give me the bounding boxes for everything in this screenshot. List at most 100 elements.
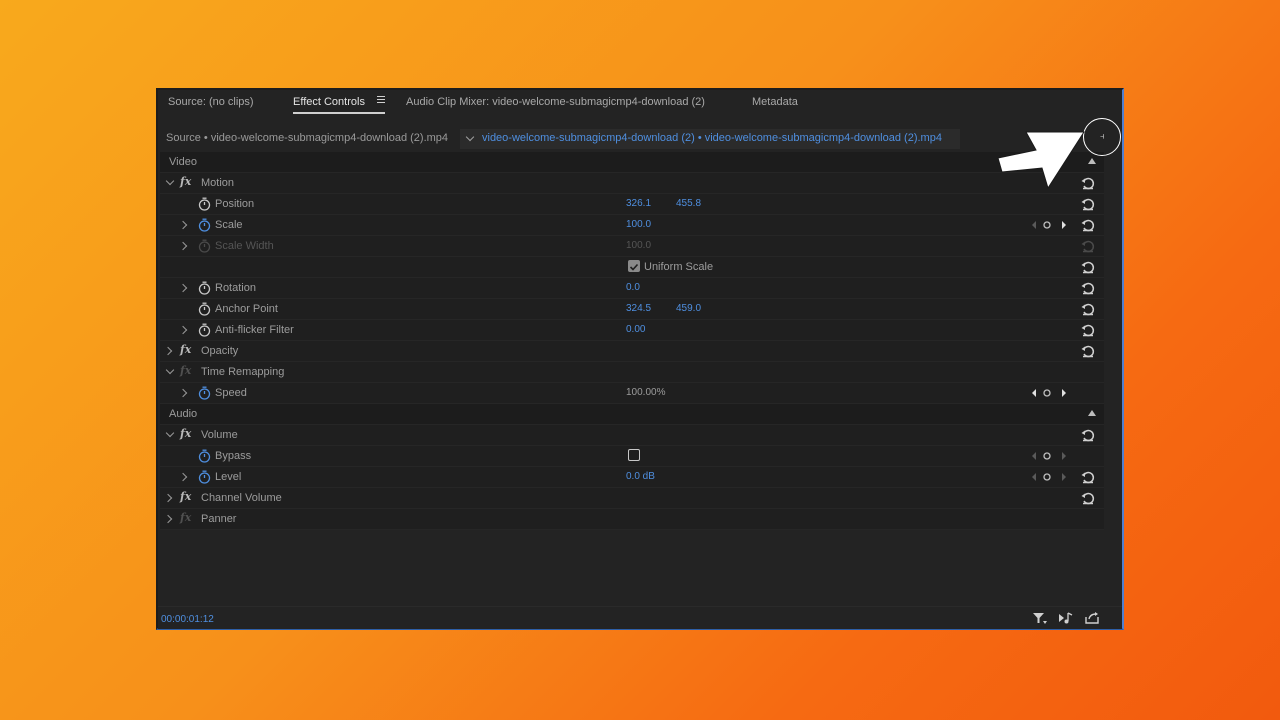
chevron-down-icon[interactable]: [165, 428, 175, 438]
reset-icon[interactable]: [1080, 343, 1096, 359]
audio-section-header: Audio: [160, 404, 1104, 425]
property-label-position: Position: [215, 198, 255, 210]
clip-selector-bar: Source • video-welcome-submagicmp4-downl…: [158, 128, 1122, 150]
chevron-right-icon[interactable]: [163, 493, 173, 503]
level-value[interactable]: 0.0 dB: [626, 471, 655, 482]
fx-icon[interactable]: fx: [180, 427, 191, 440]
section-label-video: Video: [169, 156, 197, 168]
property-row-bypass: Bypass: [160, 446, 1104, 467]
collapse-up-icon[interactable]: [1088, 410, 1096, 416]
reset-icon[interactable]: [1080, 259, 1096, 275]
uniform-scale-label: Uniform Scale: [644, 261, 714, 273]
reset-icon[interactable]: [1080, 280, 1096, 296]
chevron-down-icon[interactable]: [165, 176, 175, 186]
property-row-level: Level 0.0 dB: [160, 467, 1104, 488]
active-tab-indicator: [293, 112, 385, 114]
reset-icon: [1081, 240, 1095, 253]
scale-value[interactable]: 100.0: [626, 219, 651, 230]
anchor-x-value[interactable]: 324.5: [626, 303, 651, 314]
reset-icon[interactable]: [1080, 301, 1096, 317]
effect-row-channel-volume[interactable]: fx Channel Volume: [160, 488, 1104, 509]
effects-list: Video fx Motion Position 326.1 455.8 Sca…: [160, 152, 1104, 530]
position-x-value[interactable]: 326.1: [626, 198, 651, 209]
filter-icon[interactable]: [1032, 611, 1048, 625]
effect-row-time-remapping[interactable]: fx Time Remapping: [160, 362, 1104, 383]
rotation-value[interactable]: 0.0: [626, 282, 640, 293]
tab-source[interactable]: Source: (no clips): [168, 96, 254, 108]
stopwatch-icon[interactable]: [198, 302, 211, 316]
fx-icon[interactable]: fx: [180, 343, 191, 356]
chevron-right-icon[interactable]: [178, 472, 188, 482]
anchor-y-value[interactable]: 459.0: [676, 303, 701, 314]
tab-effect-controls[interactable]: Effect Controls: [293, 96, 365, 108]
anti-flicker-value[interactable]: 0.00: [626, 324, 645, 335]
property-label-rotation: Rotation: [215, 282, 256, 294]
property-row-uniform-scale: Uniform Scale: [160, 257, 1104, 278]
reset-icon[interactable]: [1080, 427, 1096, 443]
position-y-value[interactable]: 455.8: [676, 198, 701, 209]
property-label-anti-flicker: Anti-flicker Filter: [215, 324, 294, 336]
effect-row-opacity[interactable]: fx Opacity: [160, 341, 1104, 362]
effect-label-channel-volume: Channel Volume: [201, 492, 282, 504]
stopwatch-icon[interactable]: [198, 386, 211, 400]
fx-icon[interactable]: fx: [180, 175, 191, 188]
keyframe-nav-icon[interactable]: [1028, 471, 1072, 483]
sequence-clip-label: video-welcome-submagicmp4-download (2) •…: [482, 132, 942, 144]
reset-icon[interactable]: [1080, 322, 1096, 338]
tab-metadata[interactable]: Metadata: [752, 96, 798, 108]
effect-label-time-remapping: Time Remapping: [201, 366, 285, 378]
effect-row-panner[interactable]: fx Panner: [160, 509, 1104, 530]
chevron-right-icon[interactable]: [178, 325, 188, 335]
export-icon[interactable]: [1084, 611, 1100, 625]
property-label-speed: Speed: [215, 387, 247, 399]
chevron-right-icon[interactable]: [178, 220, 188, 230]
chevron-right-icon[interactable]: [178, 241, 188, 251]
stopwatch-icon[interactable]: [198, 218, 211, 232]
tab-audio-clip-mixer[interactable]: Audio Clip Mixer: video-welcome-submagic…: [406, 96, 705, 108]
chevron-right-icon[interactable]: [163, 514, 173, 524]
stopwatch-icon[interactable]: [198, 281, 211, 295]
stopwatch-icon[interactable]: [198, 449, 211, 463]
speed-value[interactable]: 100.00%: [626, 387, 665, 398]
audio-loop-icon[interactable]: [1058, 611, 1074, 625]
effect-label-motion: Motion: [201, 177, 235, 189]
effect-row-motion[interactable]: fx Motion: [160, 173, 1104, 194]
pointer-arrow-icon: [997, 131, 1085, 190]
panel-footer: 00:00:01:12: [158, 606, 1122, 629]
chevron-right-icon[interactable]: [178, 388, 188, 398]
fx-icon: fx: [180, 364, 192, 377]
chevron-right-icon[interactable]: [178, 283, 188, 293]
chevron-down-icon[interactable]: [165, 365, 175, 375]
stopwatch-icon[interactable]: [198, 197, 211, 211]
reset-icon[interactable]: [1080, 490, 1096, 506]
fx-icon[interactable]: fx: [180, 490, 191, 503]
property-label-level: Level: [215, 471, 242, 483]
property-row-position: Position 326.1 455.8: [160, 194, 1104, 215]
effect-row-volume[interactable]: fx Volume: [160, 425, 1104, 446]
source-clip-label[interactable]: Source • video-welcome-submagicmp4-downl…: [166, 132, 448, 144]
timeline-scroll-column[interactable]: [1104, 152, 1120, 596]
uniform-scale-checkbox[interactable]: [628, 260, 640, 272]
timecode-display[interactable]: 00:00:01:12: [161, 614, 214, 625]
chevron-right-icon[interactable]: [163, 346, 173, 356]
keyframe-nav-icon[interactable]: [1028, 219, 1072, 231]
property-row-anti-flicker: Anti-flicker Filter 0.00: [160, 320, 1104, 341]
panel-menu-icon[interactable]: [377, 96, 385, 104]
property-label-scale-width: Scale Width: [215, 240, 274, 252]
stopwatch-icon[interactable]: [198, 470, 211, 484]
reset-icon[interactable]: [1080, 469, 1096, 485]
property-row-speed: Speed 100.00%: [160, 383, 1104, 404]
bypass-checkbox[interactable]: [628, 449, 640, 461]
property-row-scale-width: Scale Width 100.0: [160, 236, 1104, 257]
resize-handle-icon[interactable]: ⫞: [1100, 131, 1105, 142]
keyframe-nav-icon[interactable]: [1028, 387, 1072, 399]
fx-icon: fx: [180, 511, 192, 524]
reset-icon[interactable]: [1080, 217, 1096, 233]
collapse-up-icon[interactable]: [1088, 158, 1096, 164]
stopwatch-icon[interactable]: [198, 323, 211, 337]
effect-controls-panel: Source: (no clips) Effect Controls Audio…: [156, 88, 1124, 630]
property-label-bypass: Bypass: [215, 450, 252, 462]
keyframe-nav-icon[interactable]: [1028, 450, 1072, 462]
reset-icon[interactable]: [1080, 196, 1096, 212]
sequence-clip-dropdown[interactable]: video-welcome-submagicmp4-download (2) •…: [460, 129, 960, 149]
